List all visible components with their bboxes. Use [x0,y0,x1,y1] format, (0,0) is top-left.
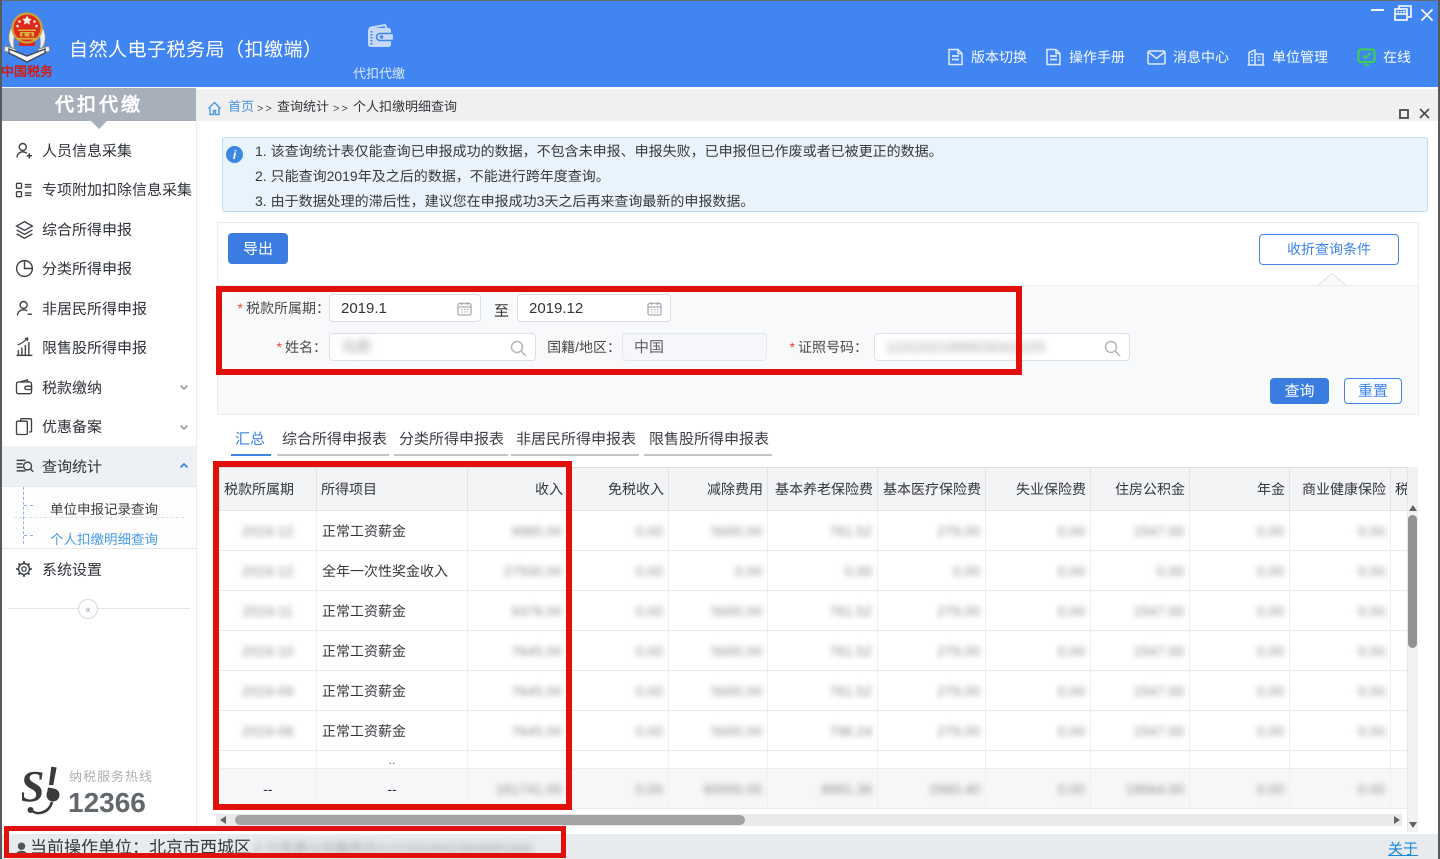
svg-text:中国税务: 中国税务 [2,61,52,80]
svg-text:S: S [22,762,44,811]
